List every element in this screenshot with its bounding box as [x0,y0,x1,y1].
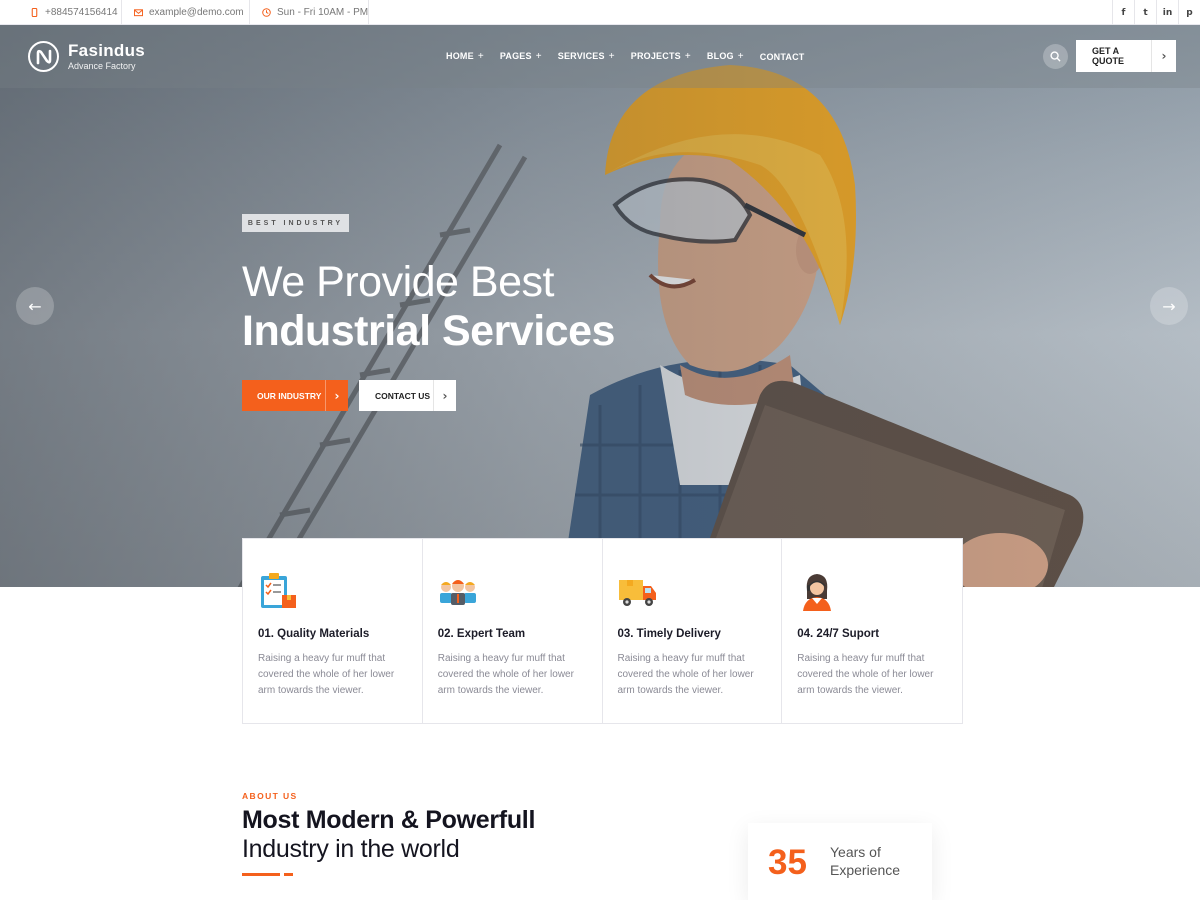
phone-contact[interactable]: +884574156414 [30,0,118,25]
clipboard-checklist-icon [261,573,296,608]
opening-hours: Sun - Fri 10AM - PM [262,0,368,25]
feature-description: Raising a heavy fur muff that covered th… [437,653,574,696]
pinterest-icon[interactable]: p [1178,0,1200,25]
feature-title: 04. 24/7 Suport [797,628,880,640]
nav-label: BLOG [706,51,734,61]
main-navbar: Fasindus Advance Factory HOME + PAGES + SE… [0,25,1200,88]
nav-item-blog[interactable]: BLOG + [707,51,744,62]
social-links: f t in p [1112,0,1200,25]
logo-icon [28,41,59,72]
hero-slider: Fasindus Advance Factory HOME + PAGES + SE… [0,25,1200,587]
feature-card: 03. Timely Delivery Raising a heavy fur … [603,539,783,723]
nav-label: CONTACT [759,51,805,62]
feature-description: Raising a heavy fur muff that covered th… [797,653,934,696]
about-title: Most Modern & Powerfull [242,806,536,834]
plus-icon: + [737,51,744,62]
nav-item-projects[interactable]: PROJECTS + [631,51,691,62]
experience-card: 35 Years of Experience [748,823,932,900]
get-quote-button[interactable]: GET A QUOTE › [1076,40,1176,72]
nav-label: PROJECTS [630,51,681,61]
twitter-icon[interactable]: t [1134,0,1156,25]
feature-card: 04. 24/7 Suport Raising a heavy fur muff… [782,539,962,723]
feature-description: Raising a heavy fur muff that covered th… [617,653,754,696]
arrow-left-icon: ← [28,296,42,316]
primary-nav: HOME + PAGES + SERVICES + PROJECTS + BLOG + C… [446,25,805,88]
experience-text: Years of Experience [830,844,901,878]
phone-icon [31,8,38,17]
nav-item-services[interactable]: SERVICES + [558,51,615,62]
our-industry-label: OUR INDUSTRY [257,390,322,401]
feature-title: 03. Timely Delivery [617,628,721,640]
topbar-divider [249,0,250,25]
hero-title-line2: Industrial Services [242,307,615,355]
arrow-right-icon: → [1162,296,1176,316]
logo-text: Fasindus Advance Factory [68,42,145,72]
hero-badge: BEST INDUSTRY [242,214,349,232]
site-logo[interactable]: Fasindus Advance Factory [28,41,145,72]
hero-overlay [0,25,1200,587]
nav-label: SERVICES [557,51,605,61]
nav-item-pages[interactable]: PAGES + [500,51,542,62]
search-button[interactable] [1043,44,1068,69]
plus-icon: + [535,51,542,62]
feature-card: 02. Expert Team Raising a heavy fur muff… [423,539,603,723]
nav-item-home[interactable]: HOME + [446,51,484,62]
nav-item-contact[interactable]: CONTACT [760,52,805,62]
features-section: 01. Quality Materials Raising a heavy fu… [242,538,963,724]
support-agent-icon [803,574,832,611]
slider-next-button[interactable]: → [1150,287,1188,325]
topbar-divider [368,0,369,25]
about-label: ABOUT US [242,791,298,801]
email-contact[interactable]: example@demo.com [134,0,244,25]
delivery-truck-icon [618,580,656,606]
feature-description: Raising a heavy fur muff that covered th… [258,653,395,696]
top-bar: +884574156414 example@demo.com Sun - Fri… [0,0,1200,25]
clock-icon [262,8,271,17]
accent-divider [242,873,280,876]
hours-text: Sun - Fri 10AM - PM [277,7,369,18]
chevron-right-icon: › [433,380,456,411]
slider-prev-button[interactable]: ← [16,287,54,325]
facebook-icon[interactable]: f [1112,0,1134,25]
feature-card: 01. Quality Materials Raising a heavy fu… [243,539,423,723]
search-icon [1050,51,1061,62]
accent-divider-dot [284,873,293,876]
quote-button-label: GET A QUOTE [1092,46,1125,66]
email-address: example@demo.com [149,7,244,18]
linkedin-icon[interactable]: in [1156,0,1178,25]
hero-title-line1: We Provide Best [242,258,554,306]
plus-icon: + [684,51,691,62]
topbar-divider [121,0,122,25]
phone-number: +884574156414 [45,7,118,18]
mail-icon [134,9,143,17]
contact-us-label: CONTACT US [375,390,431,401]
contact-us-button[interactable]: CONTACT US › [359,380,456,411]
chevron-right-icon: › [325,380,348,411]
chevron-right-icon: › [1151,40,1176,72]
plus-icon: + [477,51,484,62]
about-subtitle: Industry in the world [242,835,460,863]
nav-label: PAGES [499,51,532,61]
brand-tagline: Advance Factory [68,60,136,71]
nav-label: HOME [446,51,474,61]
plus-icon: + [608,51,615,62]
team-icon [439,580,476,605]
feature-title: 02. Expert Team [437,628,526,640]
feature-title: 01. Quality Materials [258,628,370,640]
experience-number: 35 [768,843,807,882]
logo-mark-icon [36,49,51,64]
our-industry-button[interactable]: OUR INDUSTRY › [242,380,348,411]
brand-name: Fasindus [68,40,146,60]
